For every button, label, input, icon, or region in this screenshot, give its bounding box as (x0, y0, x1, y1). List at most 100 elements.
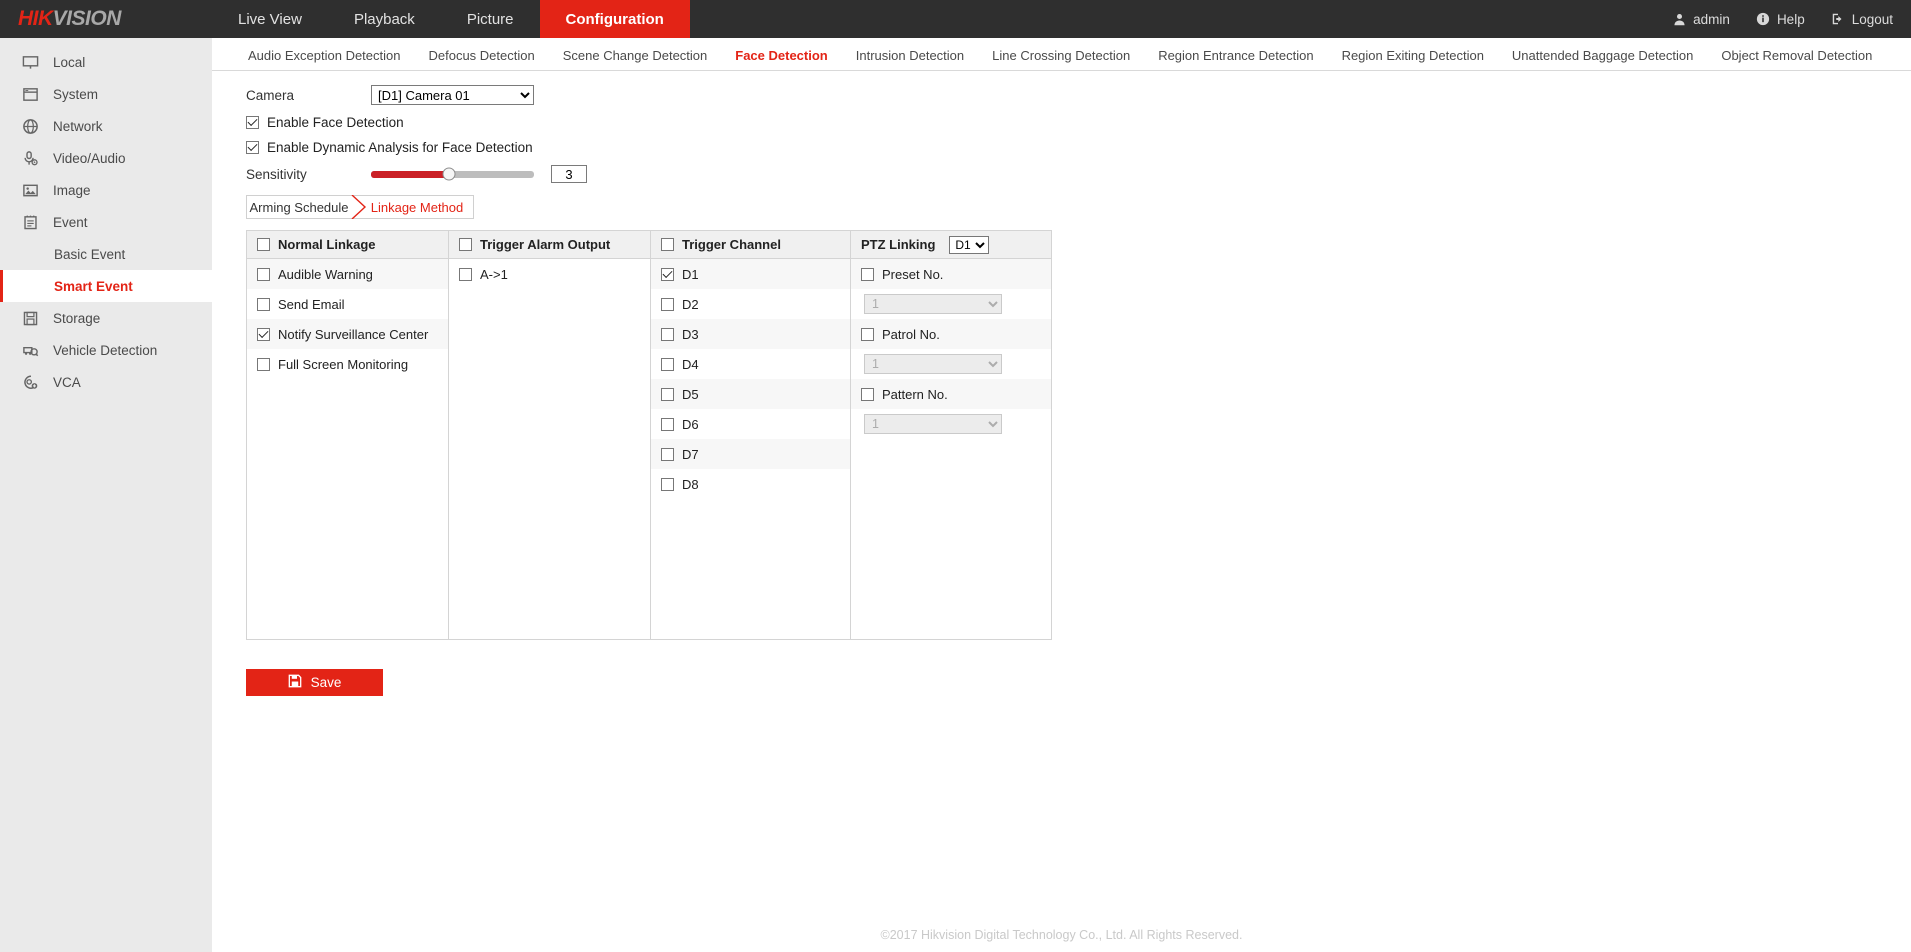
camera-select[interactable]: [D1] Camera 01 (371, 85, 534, 105)
enable-face-detection-label[interactable]: Enable Face Detection (267, 115, 404, 130)
sidebar-item-basic-event[interactable]: Basic Event (0, 238, 212, 270)
nav-item-live-view[interactable]: Live View (212, 0, 328, 38)
enable-face-detection-checkbox[interactable] (246, 116, 259, 129)
channel-d3-checkbox[interactable] (661, 328, 674, 341)
sidebar-item-storage[interactable]: Storage (0, 302, 212, 334)
notify-surveillance-center-label[interactable]: Notify Surveillance Center (278, 327, 428, 342)
sidebar-item-system[interactable]: System (0, 78, 212, 110)
tab-face-detection[interactable]: Face Detection (721, 48, 841, 70)
sidebar-item-vehicle-detection[interactable]: Vehicle Detection (0, 334, 212, 366)
table-row: D5 (651, 379, 850, 409)
sensitivity-value-input[interactable] (551, 165, 587, 183)
notify-surveillance-center-checkbox[interactable] (257, 328, 270, 341)
table-row: Pattern No. (851, 379, 1051, 409)
sensitivity-slider-group (371, 165, 587, 183)
tab-object-removal-detection[interactable]: Object Removal Detection (1707, 48, 1886, 70)
sidebar-item-event[interactable]: Event (0, 206, 212, 238)
tab-region-entrance-detection[interactable]: Region Entrance Detection (1144, 48, 1327, 70)
detection-tabs: Audio Exception Detection Defocus Detect… (212, 38, 1911, 71)
tab-line-crossing-detection[interactable]: Line Crossing Detection (978, 48, 1144, 70)
sidebar: Local System Network Video/Audio Image (0, 38, 212, 952)
sidebar-item-vca[interactable]: VCA (0, 366, 212, 398)
table-row: D7 (651, 439, 850, 469)
logout-button[interactable]: Logout (1831, 12, 1893, 27)
sensitivity-slider-track[interactable] (371, 171, 534, 178)
sidebar-item-smart-event[interactable]: Smart Event (0, 270, 212, 302)
sidebar-item-image[interactable]: Image (0, 174, 212, 206)
channel-d8-checkbox[interactable] (661, 478, 674, 491)
subtab-arming-schedule[interactable]: Arming Schedule (247, 196, 351, 218)
channel-d1-checkbox[interactable] (661, 268, 674, 281)
sidebar-item-label: Vehicle Detection (53, 343, 157, 358)
body-wrapper: Local System Network Video/Audio Image (0, 38, 1911, 952)
column-ptz-linking: PTZ Linking D1 Preset No. 1 (851, 231, 1051, 639)
tab-audio-exception-detection[interactable]: Audio Exception Detection (234, 48, 414, 70)
channel-d7-label[interactable]: D7 (682, 447, 699, 462)
channel-d1-label[interactable]: D1 (682, 267, 699, 282)
channel-d3-label[interactable]: D3 (682, 327, 699, 342)
patrol-no-checkbox[interactable] (861, 328, 874, 341)
footer-copyright: ©2017 Hikvision Digital Technology Co., … (212, 928, 1911, 942)
patrol-no-label[interactable]: Patrol No. (882, 327, 940, 342)
nav-item-picture[interactable]: Picture (441, 0, 540, 38)
sidebar-item-network[interactable]: Network (0, 110, 212, 142)
subtab-linkage-method[interactable]: Linkage Method (351, 196, 473, 218)
patrol-no-select[interactable]: 1 (864, 354, 1002, 374)
preset-no-select[interactable]: 1 (864, 294, 1002, 314)
sidebar-item-label: Local (53, 55, 85, 70)
alarm-output-a1-label[interactable]: A->1 (480, 267, 508, 282)
send-email-checkbox[interactable] (257, 298, 270, 311)
nav-item-playback[interactable]: Playback (328, 0, 441, 38)
user-account[interactable]: admin (1673, 12, 1730, 27)
enable-dynamic-analysis-label[interactable]: Enable Dynamic Analysis for Face Detecti… (267, 140, 533, 155)
channel-d7-checkbox[interactable] (661, 448, 674, 461)
linkage-method-table: Normal Linkage Audible Warning Send Emai… (246, 230, 1052, 640)
enable-face-detection-row: Enable Face Detection (246, 115, 1911, 130)
tab-scene-change-detection[interactable]: Scene Change Detection (549, 48, 722, 70)
help-button[interactable]: Help (1756, 12, 1805, 27)
channel-d5-checkbox[interactable] (661, 388, 674, 401)
sidebar-item-label: Storage (53, 311, 100, 326)
sensitivity-slider-handle[interactable] (443, 168, 456, 181)
normal-linkage-select-all-checkbox[interactable] (257, 238, 270, 251)
channel-d2-label[interactable]: D2 (682, 297, 699, 312)
table-row: D2 (651, 289, 850, 319)
pattern-no-select[interactable]: 1 (864, 414, 1002, 434)
microphone-icon (22, 150, 39, 167)
sidebar-item-label: Event (53, 215, 88, 230)
nav-item-configuration[interactable]: Configuration (540, 0, 690, 38)
sidebar-item-video-audio[interactable]: Video/Audio (0, 142, 212, 174)
pattern-no-checkbox[interactable] (861, 388, 874, 401)
logo-vision-text: VISION (53, 7, 121, 31)
channel-d8-label[interactable]: D8 (682, 477, 699, 492)
preset-no-label[interactable]: Preset No. (882, 267, 943, 282)
sidebar-item-local[interactable]: Local (0, 46, 212, 78)
channel-d6-checkbox[interactable] (661, 418, 674, 431)
trigger-alarm-output-select-all-checkbox[interactable] (459, 238, 472, 251)
tab-defocus-detection[interactable]: Defocus Detection (414, 48, 548, 70)
full-screen-monitoring-label[interactable]: Full Screen Monitoring (278, 357, 408, 372)
save-button[interactable]: Save (246, 669, 383, 696)
channel-d4-checkbox[interactable] (661, 358, 674, 371)
preset-no-checkbox[interactable] (861, 268, 874, 281)
tab-region-exiting-detection[interactable]: Region Exiting Detection (1328, 48, 1498, 70)
audible-warning-label[interactable]: Audible Warning (278, 267, 373, 282)
info-icon (1756, 12, 1770, 26)
floppy-icon (22, 310, 39, 327)
ptz-linking-channel-select[interactable]: D1 (949, 236, 989, 254)
enable-dynamic-analysis-checkbox[interactable] (246, 141, 259, 154)
channel-d2-checkbox[interactable] (661, 298, 674, 311)
channel-d4-label[interactable]: D4 (682, 357, 699, 372)
tab-unattended-baggage-detection[interactable]: Unattended Baggage Detection (1498, 48, 1707, 70)
pattern-no-label[interactable]: Pattern No. (882, 387, 948, 402)
channel-d6-label[interactable]: D6 (682, 417, 699, 432)
channel-d5-label[interactable]: D5 (682, 387, 699, 402)
alarm-output-a1-checkbox[interactable] (459, 268, 472, 281)
normal-linkage-header-label: Normal Linkage (278, 237, 376, 252)
tab-intrusion-detection[interactable]: Intrusion Detection (842, 48, 978, 70)
audible-warning-checkbox[interactable] (257, 268, 270, 281)
send-email-label[interactable]: Send Email (278, 297, 344, 312)
sensitivity-row: Sensitivity (246, 165, 1911, 183)
trigger-channel-select-all-checkbox[interactable] (661, 238, 674, 251)
full-screen-monitoring-checkbox[interactable] (257, 358, 270, 371)
